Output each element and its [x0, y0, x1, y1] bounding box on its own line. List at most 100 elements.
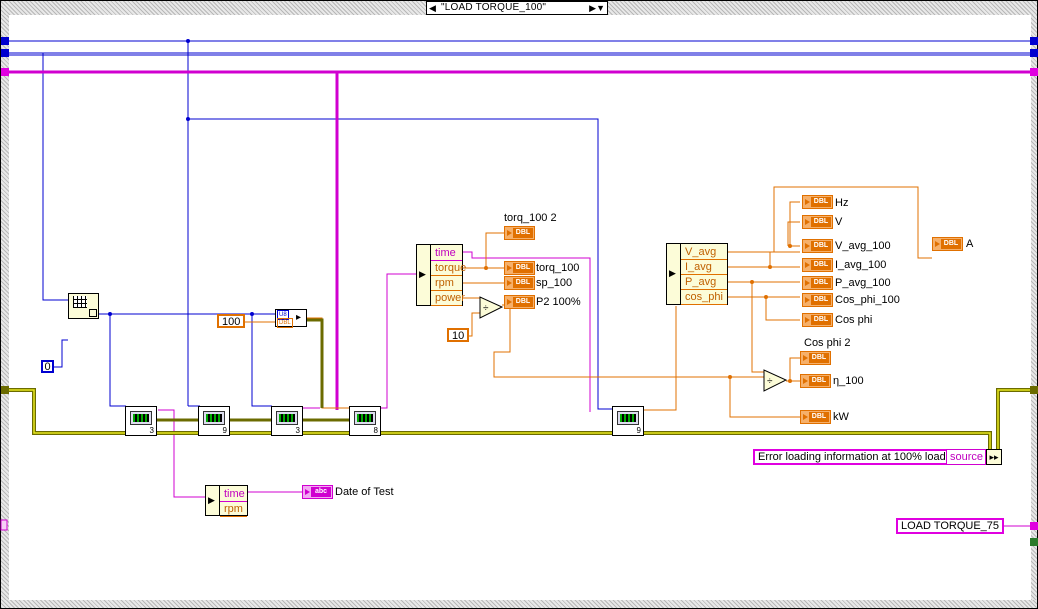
subvi-icon: [276, 411, 298, 425]
abc-tag: abc: [311, 487, 331, 497]
field-rpm[interactable]: rpm: [220, 502, 247, 517]
unbundle-by-name-electrical[interactable]: V_avg I_avg P_avg cos_phi: [666, 243, 728, 305]
boolean-terminal: [1030, 538, 1038, 546]
label-sp-100: sp_100: [536, 277, 573, 289]
dbl-tag: DBL: [513, 228, 533, 238]
label-kw: kW: [833, 411, 849, 423]
subvi-number: 3: [149, 426, 154, 435]
field-v-avg[interactable]: V_avg: [681, 245, 727, 260]
unbundle-arrow-icon: [417, 245, 431, 305]
label-v: V: [835, 216, 843, 228]
subvi-icon: [617, 411, 639, 425]
next-state-constant[interactable]: LOAD TORQUE_75: [896, 518, 1005, 534]
field-cos-phi[interactable]: cos_phi: [681, 290, 727, 305]
error-cluster-wires: [9, 318, 1030, 455]
indicator-cos-phi-2[interactable]: DBL: [800, 351, 831, 365]
dbl-tag: DBL: [811, 315, 831, 325]
divide-node-2[interactable]: ÷: [763, 369, 788, 392]
indicator-v[interactable]: DBL: [802, 215, 833, 229]
indicator-torq-100-2[interactable]: DBL: [504, 226, 535, 240]
unbundle-arrow-icon: [667, 244, 681, 304]
dbl-tag: DBL: [811, 217, 831, 227]
indicator-p-avg-100[interactable]: DBL: [802, 276, 833, 290]
dbl-tag: DBL: [811, 295, 831, 305]
indicator-p2-100[interactable]: DBL: [504, 295, 535, 309]
label-p-avg-100: P_avg_100: [835, 277, 891, 289]
dbl-tag: DBL: [811, 197, 831, 207]
svg-text:÷: ÷: [483, 303, 489, 314]
indicator-cos-phi[interactable]: DBL: [802, 313, 833, 327]
label-hz: Hz: [835, 197, 849, 209]
array-grid-icon: [73, 296, 87, 308]
label-cos-phi: Cos phi: [835, 314, 873, 326]
dbl-tag: DBL: [811, 278, 831, 288]
field-rpm[interactable]: rpm: [431, 276, 462, 291]
index-array-node[interactable]: [68, 293, 99, 319]
field-i-avg[interactable]: I_avg: [681, 260, 727, 275]
field-torque[interactable]: torque: [431, 261, 466, 276]
subvi-icon: [354, 411, 376, 425]
dbl-tag: DBL: [811, 260, 831, 270]
indicator-cos-phi-100[interactable]: DBL: [802, 293, 833, 307]
unbundle-arrow-icon: [206, 486, 220, 515]
bundle-node[interactable]: ▸▸: [986, 449, 1002, 465]
label-torq-100-2: torq_100 2: [504, 212, 557, 224]
index-constant[interactable]: 0: [41, 360, 54, 373]
label-i-avg-100: I_avg_100: [835, 259, 887, 271]
label-cos-phi-100: Cos_phi_100: [835, 294, 900, 306]
indicator-date-of-test[interactable]: abc: [302, 485, 333, 499]
bundle-by-name-node[interactable]: source: [946, 449, 986, 465]
conversion-node[interactable]: U8 DBL ▸: [275, 309, 307, 328]
subvi-number: 9: [636, 426, 641, 435]
left-string-terminal: [0, 519, 8, 531]
indicator-hz[interactable]: DBL: [802, 195, 833, 209]
subvi-read-data-1[interactable]: 3: [125, 406, 157, 436]
subvi-read-data-3[interactable]: 3: [271, 406, 303, 436]
subvi-icon: [130, 411, 152, 425]
indicator-torq-100[interactable]: DBL: [504, 261, 535, 275]
subvi-number: 9: [222, 426, 227, 435]
unbundle-by-name-mechanical[interactable]: time torque rpm power: [416, 244, 466, 306]
dbl-tag: DBL: [277, 318, 293, 328]
subvi-read-data-4[interactable]: 8: [349, 406, 381, 436]
subvi-read-data-2[interactable]: 9: [198, 406, 230, 436]
indicator-v-avg-100[interactable]: DBL: [802, 239, 833, 253]
dbl-tag: DBL: [811, 241, 831, 251]
field-time[interactable]: time: [220, 487, 247, 502]
dbl-tag: DBL: [809, 353, 829, 363]
subvi-number: 8: [373, 426, 378, 435]
subvi-read-data-5[interactable]: 9: [612, 406, 644, 436]
dbl-tag: DBL: [809, 376, 829, 386]
field-p-avg[interactable]: P_avg: [681, 275, 727, 290]
field-source: source: [950, 451, 984, 463]
dbl-tag: DBL: [941, 239, 961, 249]
error-terminals: [1, 386, 1038, 394]
dbl-tag: DBL: [513, 297, 533, 307]
divide-node-1[interactable]: ÷: [479, 296, 504, 319]
label-v-avg-100: V_avg_100: [835, 240, 891, 252]
conversion-arrow-icon: ▸: [296, 312, 302, 323]
label-p2-100: P2 100%: [536, 296, 581, 308]
label-cos-phi-2: Cos phi 2: [804, 337, 851, 349]
label-a: A: [966, 238, 974, 250]
label-torq-100: torq_100: [536, 262, 580, 274]
dbl-tag: DBL: [513, 278, 533, 288]
unbundle-by-name-date[interactable]: time rpm: [205, 485, 248, 517]
dbl-tag: DBL: [809, 412, 829, 422]
field-power[interactable]: power: [431, 291, 465, 306]
array-index-icon: [89, 309, 97, 317]
constant-10[interactable]: 10: [447, 328, 470, 342]
constant-100[interactable]: 100: [217, 314, 246, 328]
indicator-eta-100[interactable]: DBL: [800, 374, 831, 388]
indicator-sp-100[interactable]: DBL: [504, 276, 535, 290]
error-message-constant[interactable]: Error loading information at 100% load: [753, 449, 951, 465]
subvi-number: 3: [295, 426, 300, 435]
field-time[interactable]: time: [431, 246, 462, 261]
indicator-kw[interactable]: DBL: [800, 410, 831, 424]
label-eta-100: η_100: [833, 375, 864, 387]
label-date-of-test: Date of Test: [335, 486, 394, 498]
svg-text:÷: ÷: [767, 376, 773, 387]
indicator-a[interactable]: DBL: [932, 237, 963, 251]
indicator-i-avg-100[interactable]: DBL: [802, 258, 833, 272]
subvi-icon: [203, 411, 225, 425]
